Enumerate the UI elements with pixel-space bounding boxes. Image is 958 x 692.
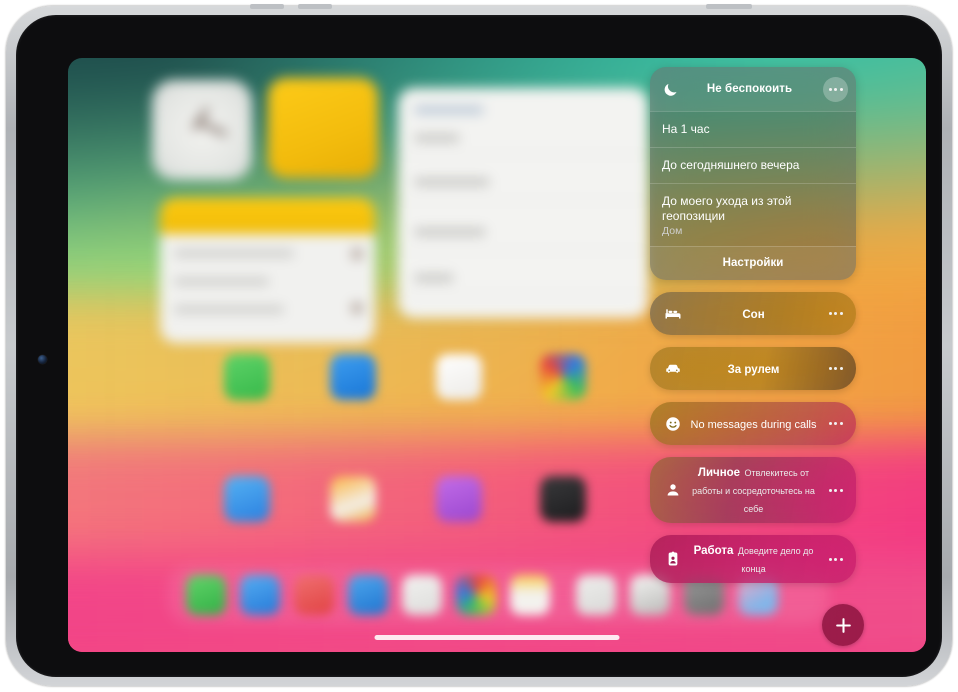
add-focus-button[interactable]	[822, 604, 864, 646]
dock-app-icon[interactable]	[402, 575, 442, 615]
app-icon[interactable]	[436, 476, 482, 522]
focus-mode-title: Работа	[693, 545, 734, 558]
volume-down-button[interactable]	[298, 4, 332, 9]
focus-mode-no-messages-during-calls[interactable]: No messages during calls	[650, 402, 856, 446]
dnd-option-one-hour[interactable]: На 1 час	[650, 111, 856, 147]
dnd-option-this-evening[interactable]: До сегодняшнего вечера	[650, 147, 856, 183]
power-button[interactable]	[706, 4, 752, 9]
plus-icon	[835, 617, 851, 633]
reminders-widget[interactable]	[398, 88, 648, 318]
clock-widget[interactable]	[152, 80, 252, 180]
ellipsis-icon[interactable]	[823, 478, 848, 503]
dock-app-icon[interactable]	[186, 575, 226, 615]
focus-mode-work[interactable]: Работа Доведите дело до конца	[650, 535, 856, 584]
focus-modes-panel: Не беспокоить На 1 час До сегодняшнего в…	[650, 67, 856, 584]
focus-mode-title: No messages during calls	[690, 418, 817, 431]
ellipsis-icon[interactable]	[823, 356, 848, 381]
focus-mode-personal[interactable]: Личное Отвлекитесь от работы и сосредото…	[650, 457, 856, 524]
dnd-option-leave-location[interactable]: До моего ухода из этой геопозиции Дом	[650, 183, 856, 246]
notes-widget-small[interactable]	[268, 78, 378, 178]
tablet-screen: Не беспокоить На 1 час До сегодняшнего в…	[68, 58, 926, 652]
focus-mode-text: Личное Отвлекитесь от работы и сосредото…	[684, 457, 823, 523]
screenshot-root: Не беспокоить На 1 час До сегодняшнего в…	[0, 0, 958, 692]
dock-app-icon[interactable]	[456, 575, 496, 615]
app-icon[interactable]	[330, 476, 376, 522]
focus-mode-title: За рулем	[727, 363, 780, 376]
app-icon[interactable]	[436, 354, 482, 400]
front-camera-icon	[38, 355, 47, 364]
focus-mode-title: Сон	[742, 308, 765, 321]
dock-app-icon[interactable]	[294, 575, 334, 615]
moon-icon	[660, 81, 680, 98]
device-bezel: Не беспокоить На 1 час До сегодняшнего в…	[16, 15, 942, 677]
do-not-disturb-header[interactable]: Не беспокоить	[650, 67, 856, 111]
focus-mode-title: Личное	[697, 467, 741, 480]
app-icon[interactable]	[330, 354, 376, 400]
dock-app-icon[interactable]	[348, 575, 388, 615]
focus-mode-sleep[interactable]: Сон	[650, 292, 856, 336]
app-icon[interactable]	[540, 476, 586, 522]
bed-icon	[662, 305, 684, 323]
dnd-option-label: На 1 час	[662, 122, 710, 136]
tablet-frame: Не беспокоить На 1 час До сегодняшнего в…	[6, 4, 952, 686]
ellipsis-icon[interactable]	[823, 411, 848, 436]
dock-app-icon[interactable]	[576, 575, 616, 615]
app-icon[interactable]	[540, 354, 586, 400]
do-not-disturb-title: Не беспокоить	[706, 83, 793, 95]
dock-app-icon[interactable]	[240, 575, 280, 615]
dnd-option-label: До моего ухода из этой геопозиции	[662, 194, 792, 223]
car-icon	[662, 360, 684, 378]
focus-mode-text: Сон	[684, 299, 823, 329]
home-indicator[interactable]	[374, 635, 620, 640]
focus-mode-subtitle: Доведите дело до конца	[737, 546, 814, 575]
app-icon[interactable]	[224, 354, 270, 400]
dock-app-icon[interactable]	[510, 575, 550, 615]
dnd-option-sublabel: Дом	[662, 225, 683, 237]
notes-widget[interactable]	[160, 198, 375, 343]
ellipsis-icon[interactable]	[823, 76, 848, 102]
focus-mode-driving[interactable]: За рулем	[650, 347, 856, 391]
dnd-settings-button[interactable]: Настройки	[650, 246, 856, 281]
badge-icon	[662, 550, 684, 568]
dnd-option-label: До сегодняшнего вечера	[662, 158, 800, 172]
focus-mode-text: No messages during calls	[684, 409, 823, 439]
focus-mode-text: Работа Доведите дело до конца	[684, 535, 823, 583]
person-icon	[662, 481, 684, 499]
do-not-disturb-card[interactable]: Не беспокоить На 1 час До сегодняшнего в…	[650, 67, 856, 281]
app-icon[interactable]	[224, 476, 270, 522]
ellipsis-icon[interactable]	[823, 301, 848, 326]
focus-mode-text: За рулем	[684, 354, 823, 384]
smiley-icon	[662, 415, 684, 433]
ellipsis-icon[interactable]	[823, 547, 848, 572]
volume-up-button[interactable]	[250, 4, 284, 9]
